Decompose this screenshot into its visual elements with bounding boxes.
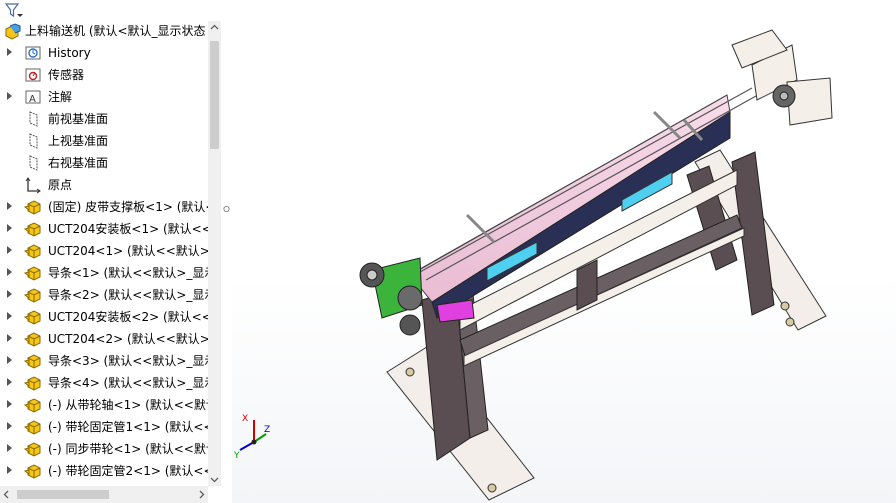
expand-arrow-icon[interactable] [7,422,12,430]
tree-toolbar [0,0,221,21]
expand-arrow-icon[interactable] [7,444,12,452]
part-icon [24,222,41,237]
axis-triad: X Y Z [233,414,270,461]
tree-item-label: 传感器 [48,68,85,82]
filter-icon[interactable] [4,2,24,19]
part-icon [24,288,41,303]
part-icon [24,420,41,435]
part-icon [24,310,41,325]
part-icon [24,200,41,215]
tree-item[interactable]: (固定) 皮带支撑板<1> (默认< [0,196,208,218]
tree-item[interactable]: A 注解 [0,86,208,108]
expand-arrow-icon[interactable] [7,334,12,342]
tree-item-label: 导条<2> (默认<<默认>_显示 [48,288,208,302]
expand-arrow-icon[interactable] [7,268,12,276]
plane-icon [29,111,38,127]
feature-manager-tree: 上料输送机 (默认<默认_显示状态 History 传感器 A 注解前视基准面上视基准面… [0,0,222,503]
expand-arrow-icon[interactable] [7,312,12,320]
assembly-icon [5,23,21,40]
tree-item[interactable]: 导条<2> (默认<<默认>_显示 [0,284,208,306]
tree-item[interactable]: (-) 同步带轮<1> (默认<<默认 [0,438,208,460]
tree-item[interactable]: 传感器 [0,64,208,86]
horizontal-scroll-thumb[interactable] [17,490,109,499]
tree-item[interactable]: 前视基准面 [0,108,208,130]
tree-item-label: UCT204<1> (默认<<默认>_ [48,244,208,258]
tree-horizontal-scrollbar[interactable] [0,486,208,503]
triad-x-label: X [242,414,248,424]
expand-arrow-icon[interactable] [7,224,12,232]
plane-icon [29,155,38,171]
expand-arrow-icon[interactable] [7,400,12,408]
tree-root-assembly[interactable]: 上料输送机 (默认<默认_显示状态 [0,20,208,42]
plane-icon [29,133,38,149]
tree-item-label: 导条<4> (默认<<默认>_显示 [48,376,208,390]
tree-item-label: (-) 带轮固定管1<1> (默认<< [48,420,208,434]
tree-item[interactable]: UCT204安装板<2> (默认<<默 [0,306,208,328]
tree-item-label: 导条<3> (默认<<默认>_显示 [48,354,208,368]
head-end-unit [731,29,833,126]
tree-item[interactable]: UCT204<1> (默认<<默认>_ [0,240,208,262]
tree-item-label: UCT204安装板<1> (默认<<默 [48,222,208,236]
expand-arrow-icon[interactable] [7,48,12,56]
tree-item[interactable]: 导条<4> (默认<<默认>_显示 [0,372,208,394]
sensor-icon [25,68,41,82]
origin-icon [25,177,41,194]
tree-item-label: (固定) 皮带支撑板<1> (默认< [48,200,208,214]
tree-item[interactable]: 原点 [0,174,208,196]
tree-item-label: UCT204安装板<2> (默认<<默 [48,310,208,324]
svg-text:A: A [29,94,36,105]
scroll-up-icon[interactable] [208,21,221,34]
tree-item-label: (-) 从带轮轴<1> (默认<<默认 [48,398,208,412]
tree-item-label: 前视基准面 [48,112,109,126]
triad-y-label: Y [233,451,240,461]
expand-arrow-icon[interactable] [7,356,12,364]
scroll-right-icon[interactable] [195,486,208,503]
expand-arrow-icon[interactable] [7,378,12,386]
tree-item[interactable]: 上视基准面 [0,130,208,152]
tree-item-label: 导条<1> (默认<<默认>_显示 [48,266,208,280]
triad-z-label: Z [264,425,270,435]
tree-item[interactable]: 导条<1> (默认<<默认>_显示 [0,262,208,284]
scroll-left-icon[interactable] [0,486,13,503]
tree-item-label: 上视基准面 [48,134,109,148]
tree-item[interactable]: 导条<3> (默认<<默认>_显示 [0,350,208,372]
tree-item[interactable]: (-) 带轮固定管2<1> (默认<< [0,460,208,482]
scroll-thumb[interactable] [210,41,219,149]
tree-item-label: History [48,46,91,60]
tree-item[interactable]: (-) 带轮固定管1<1> (默认<< [0,416,208,438]
part-icon [24,266,41,281]
part-icon [24,398,41,413]
expand-arrow-icon[interactable] [7,290,12,298]
part-icon [24,244,41,259]
scroll-down-icon[interactable] [208,473,221,486]
tree-item[interactable]: (-) 从带轮轴<1> (默认<<默认 [0,394,208,416]
tree-item-label: 注解 [48,90,73,104]
part-icon [24,464,41,479]
part-icon [24,332,41,347]
tree-item-label: 右视基准面 [48,156,109,170]
part-icon [24,376,41,391]
expand-arrow-icon[interactable] [7,246,12,254]
part-icon [24,354,41,369]
expand-arrow-icon[interactable] [7,202,12,210]
conveyor-model: X Y Z [233,29,833,501]
tree-item[interactable]: History [0,42,208,64]
tree-item-label: 原点 [48,178,73,192]
expand-arrow-icon[interactable] [7,92,12,100]
tree-vertical-scrollbar[interactable] [208,21,221,486]
tree-item-label: UCT204<2> (默认<<默认>_ [48,332,208,346]
tree-item[interactable]: UCT204<2> (默认<<默认>_ [0,328,208,350]
tree-item-label: (-) 带轮固定管2<1> (默认<< [48,464,208,478]
history-icon [25,46,41,60]
annotation-icon: A [25,90,41,105]
graphics-viewport[interactable]: X Y Z [232,0,896,503]
tree-item[interactable]: 右视基准面 [0,152,208,174]
part-icon [24,442,41,457]
tree-item-label: (-) 同步带轮<1> (默认<<默认 [48,442,208,456]
tree-item-label: 上料输送机 (默认<默认_显示状态 [25,24,206,38]
panel-splitter[interactable] [221,0,232,503]
expand-arrow-icon[interactable] [7,466,12,474]
collapse-panel-icon[interactable] [223,202,230,216]
tree-item[interactable]: UCT204安装板<1> (默认<<默 [0,218,208,240]
